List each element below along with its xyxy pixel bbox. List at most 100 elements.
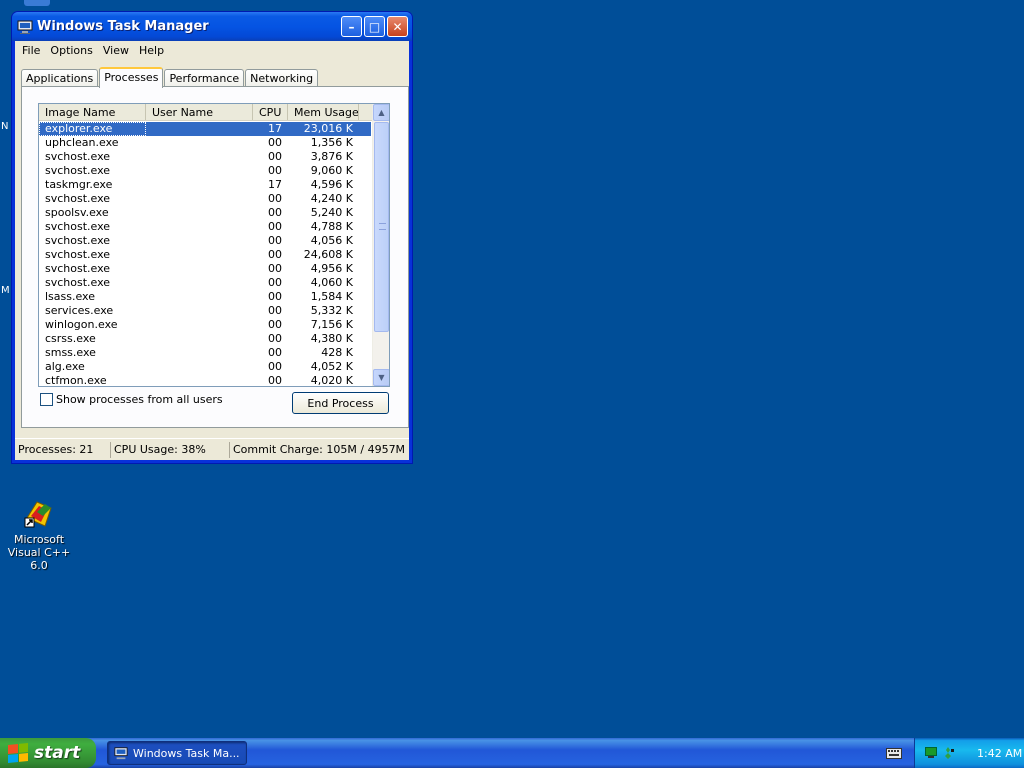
process-row[interactable]: lsass.exe 00 1,584 K [39,290,371,304]
process-mem-usage: 23,016 K [303,122,353,135]
vertical-scrollbar[interactable]: ▲ ▼ [372,104,389,386]
process-user-name [146,220,253,234]
process-user-name [146,248,253,262]
menu-options[interactable]: Options [45,44,97,57]
process-mem-usage: 1,356 K [310,136,353,149]
process-cpu: 17 [268,178,282,191]
process-cpu: 00 [268,192,282,205]
title-bar[interactable]: Windows Task Manager – □ ✕ [12,12,412,41]
close-button[interactable]: ✕ [387,16,408,37]
process-row[interactable]: services.exe 00 5,332 K [39,304,371,318]
menu-help[interactable]: Help [134,44,169,57]
column-header-user-name[interactable]: User Name [146,104,253,120]
process-cpu: 00 [268,220,282,233]
process-cpu: 00 [268,262,282,275]
menu-file[interactable]: File [17,44,45,57]
process-row[interactable]: explorer.exe 17 23,016 K [39,122,371,136]
process-user-name [146,122,253,136]
process-cpu: 00 [268,206,282,219]
process-image-name: spoolsv.exe [45,206,109,219]
process-image-name: lsass.exe [45,290,95,303]
process-list[interactable]: Image Name User Name CPU Mem Usage explo… [38,103,390,387]
process-row[interactable]: alg.exe 00 4,052 K [39,360,371,374]
show-all-users-option[interactable]: Show processes from all users [40,393,223,406]
process-mem-usage: 3,876 K [310,150,353,163]
column-header-image-name[interactable]: Image Name [39,104,146,120]
process-rows: explorer.exe 17 23,016 K uphclean.exe 00 1,35… [39,122,371,387]
scroll-down-button[interactable]: ▼ [373,369,389,386]
process-cpu: 00 [268,304,282,317]
network-tray-icon[interactable] [942,747,954,759]
tab-networking[interactable]: Networking [245,69,319,87]
status-processes: Processes: 21 [15,441,111,458]
desktop-icon-partial[interactable] [24,0,50,6]
chevron-down-icon: ▼ [378,373,385,382]
status-cpu-usage: CPU Usage: 38% [111,441,230,458]
maximize-icon: □ [368,19,381,34]
clock[interactable]: 1:42 AM [977,747,1022,760]
start-button[interactable]: start [0,738,96,768]
process-row[interactable]: svchost.exe 00 4,056 K [39,234,371,248]
scroll-up-button[interactable]: ▲ [373,104,389,121]
process-row[interactable]: svchost.exe 00 9,060 K [39,164,371,178]
process-cpu: 00 [268,346,282,359]
process-user-name [146,192,253,206]
process-mem-usage: 428 K [321,346,353,359]
process-row[interactable]: svchost.exe 00 4,788 K [39,220,371,234]
taskbar: start Windows Task Ma... 1:42 AM [0,738,1024,768]
process-row[interactable]: csrss.exe 00 4,380 K [39,332,371,346]
minimize-button[interactable]: – [341,16,362,37]
tab-performance[interactable]: Performance [164,69,245,87]
column-header-cpu[interactable]: CPU [253,104,288,120]
process-image-name: svchost.exe [45,192,111,205]
taskbar-button-label: Windows Task Ma... [133,746,240,760]
end-process-button[interactable]: End Process [292,392,389,414]
process-row[interactable]: taskmgr.exe 17 4,596 K [39,178,371,192]
scrollbar-thumb[interactable] [374,122,389,332]
process-user-name [146,276,253,290]
process-row[interactable]: svchost.exe 00 4,956 K [39,262,371,276]
monitor-tray-icon[interactable] [925,747,937,759]
process-row[interactable]: spoolsv.exe 00 5,240 K [39,206,371,220]
process-cpu: 00 [268,374,282,387]
window-client: File Options View Help Applications Proc… [15,41,409,460]
process-image-name: winlogon.exe [45,318,118,331]
process-row[interactable]: uphclean.exe 00 1,356 K [39,136,371,150]
tab-applications[interactable]: Applications [21,69,99,87]
process-cpu: 00 [268,164,282,177]
process-image-name: svchost.exe [45,150,111,163]
menu-view[interactable]: View [98,44,134,57]
process-image-name: csrss.exe [45,332,96,345]
process-row[interactable]: ctfmon.exe 00 4,020 K [39,374,371,387]
process-cpu: 00 [268,136,282,149]
process-user-name [146,234,253,248]
tab-strip: Applications Processes Performance Netwo… [21,65,319,88]
process-user-name [146,304,253,318]
process-row[interactable]: svchost.exe 00 24,608 K [39,248,371,262]
process-mem-usage: 4,956 K [310,262,353,275]
taskbar-button-task-manager[interactable]: Windows Task Ma... [107,741,247,765]
process-image-name: svchost.exe [45,164,111,177]
task-manager-icon [114,747,128,760]
process-row[interactable]: smss.exe 00 428 K [39,346,371,360]
process-row[interactable]: winlogon.exe 00 7,156 K [39,318,371,332]
column-header-mem-usage[interactable]: Mem Usage [288,104,359,120]
keyboard-icon[interactable] [886,746,902,759]
maximize-button[interactable]: □ [364,16,385,37]
process-image-name: svchost.exe [45,276,111,289]
process-cpu: 00 [268,290,282,303]
process-mem-usage: 4,056 K [310,234,353,247]
process-image-name: alg.exe [45,360,85,373]
process-row[interactable]: svchost.exe 00 3,876 K [39,150,371,164]
process-cpu: 17 [268,122,282,135]
process-row[interactable]: svchost.exe 00 4,060 K [39,276,371,290]
tab-processes[interactable]: Processes [99,67,164,88]
process-user-name [146,318,253,332]
show-all-users-checkbox[interactable] [40,393,53,406]
windows-logo-icon [8,742,28,764]
desktop-icon-visual-cpp[interactable]: Microsoft Visual C++ 6.0 [0,498,78,572]
process-row[interactable]: svchost.exe 00 4,240 K [39,192,371,206]
process-image-name: services.exe [45,304,114,317]
process-user-name [146,346,253,360]
process-mem-usage: 4,060 K [310,276,353,289]
